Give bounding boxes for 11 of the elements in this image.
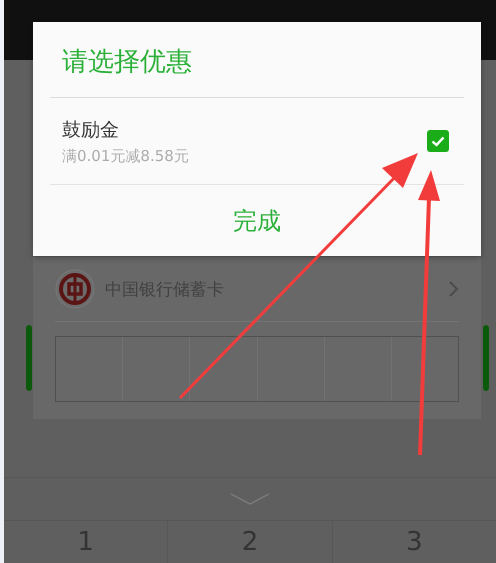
button-edge <box>26 325 32 391</box>
button-edge <box>483 325 489 391</box>
chevron-down-icon[interactable] <box>230 493 270 505</box>
dialog-title: 请选择优惠 <box>61 46 193 75</box>
option-name: 鼓励金 <box>62 118 120 142</box>
chevron-right-icon <box>449 281 459 297</box>
checkbox[interactable] <box>427 130 449 152</box>
bank-logo-icon <box>55 269 95 309</box>
option-detail: 满0.01元减8.58元 <box>62 146 190 166</box>
password-field[interactable] <box>55 336 459 402</box>
done-button[interactable]: 完成 <box>223 201 291 241</box>
